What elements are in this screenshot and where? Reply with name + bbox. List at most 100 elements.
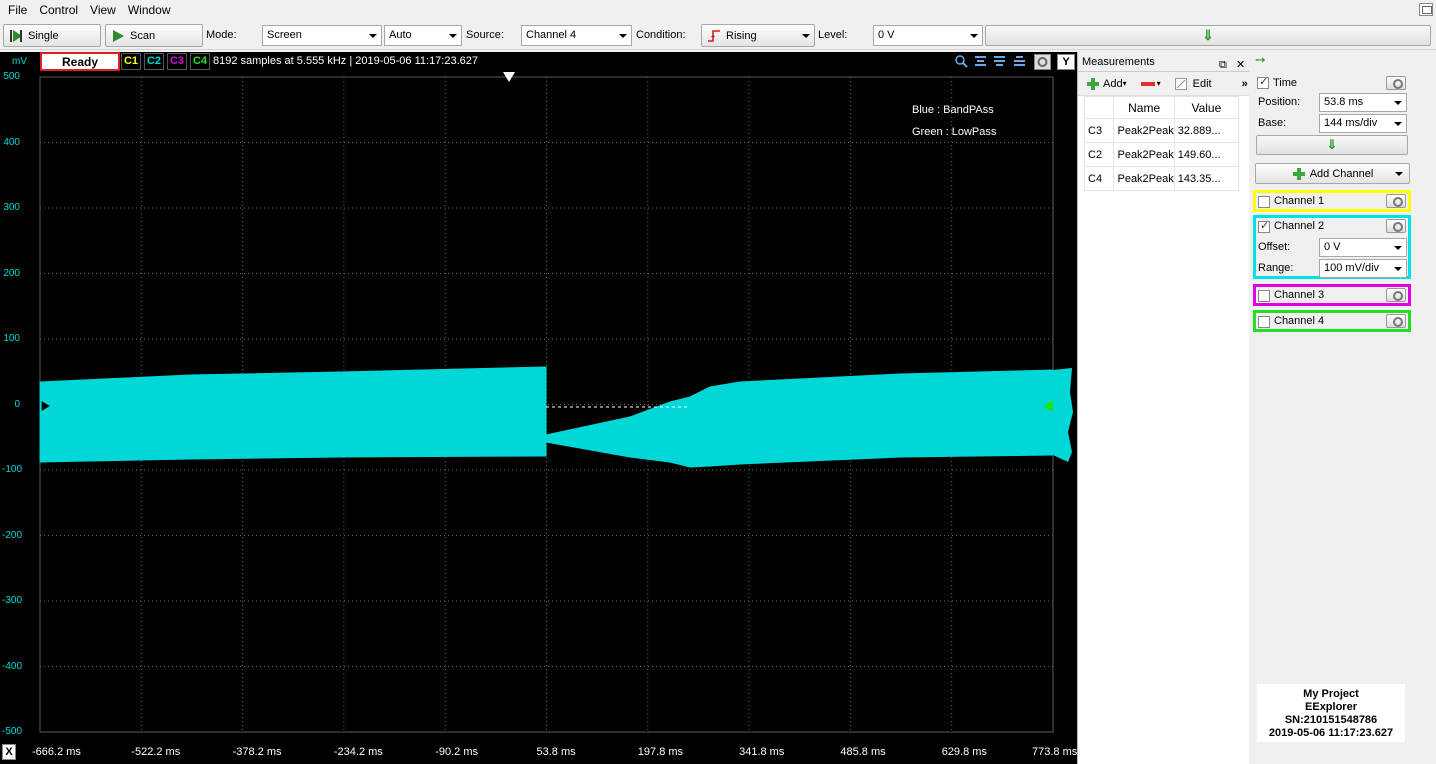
position-select[interactable]: 53.8 ms: [1319, 93, 1407, 112]
menu-file[interactable]: File: [4, 0, 35, 21]
device-name: EExplorer: [1305, 701, 1357, 713]
channel-3-settings-icon[interactable]: [1386, 288, 1406, 302]
menu-control[interactable]: Control: [35, 0, 86, 21]
time-settings-icon[interactable]: [1386, 76, 1406, 90]
range-value: 100 mV/div: [1324, 262, 1380, 274]
apply-time-button[interactable]: ⇓: [1256, 135, 1408, 155]
x-tick-label: -666.2 ms: [32, 746, 81, 758]
channel-1-checkbox[interactable]: [1258, 196, 1270, 208]
project-info: My Project EExplorer SN:210151548786 201…: [1257, 684, 1405, 742]
x-tick-label: -522.2 ms: [131, 746, 181, 758]
y-tick-label: 300: [3, 202, 20, 213]
range-select[interactable]: 100 mV/div: [1319, 259, 1407, 278]
single-label: Single: [28, 29, 59, 42]
scope-plot[interactable]: mV 500 400 300 200 100 0 -100 -200 -300 -400 -500 …: [0, 52, 1077, 764]
level-input[interactable]: 0 V: [873, 25, 983, 46]
y-tick-label: 100: [3, 333, 20, 344]
level-value: 0 V: [878, 29, 895, 41]
base-select[interactable]: 144 ms/div: [1319, 114, 1407, 133]
legend-annotation-bandpass: Blue : BandPAss: [912, 104, 994, 116]
add-measurement-button[interactable]: Add ▾: [1086, 77, 1127, 91]
scan-button[interactable]: Scan: [105, 24, 203, 47]
collapse-arrow-icon[interactable]: ➙: [1255, 52, 1266, 68]
restore-window-button[interactable]: [1419, 3, 1433, 16]
status-badge: Ready: [40, 52, 120, 71]
menu-view[interactable]: View: [86, 0, 124, 21]
float-icon[interactable]: ⧉: [1219, 55, 1227, 75]
edit-icon: [1174, 77, 1187, 90]
x-tick-label: 773.8 ms: [1032, 746, 1078, 758]
single-button[interactable]: Single: [3, 24, 101, 47]
channel-1-label: Channel 1: [1274, 195, 1325, 207]
x-tick-label: 197.8 ms: [637, 746, 684, 758]
column-header[interactable]: [1083, 96, 1115, 119]
mode-select[interactable]: Screen: [262, 25, 382, 46]
channel-3-checkbox[interactable]: [1258, 290, 1270, 302]
column-header[interactable]: Value: [1173, 96, 1240, 119]
align-bottom-icon[interactable]: [1013, 55, 1026, 68]
align-center-icon[interactable]: [993, 55, 1006, 68]
channel-2-checkbox[interactable]: [1258, 219, 1270, 233]
menu-bar: File Control View Window: [0, 0, 1436, 21]
measurements-title-bar: Measurements ⧉ ✕: [1078, 52, 1249, 72]
chevron-down-icon: [970, 34, 978, 38]
zoom-icon[interactable]: [955, 55, 968, 68]
offset-label: Offset:: [1258, 241, 1291, 253]
source-select[interactable]: Channel 4: [521, 25, 632, 46]
minus-icon: [1140, 81, 1155, 86]
add-channel-label: Add Channel: [1309, 167, 1374, 180]
channel-4-checkbox[interactable]: [1258, 316, 1270, 328]
x-axis-button[interactable]: X: [2, 744, 16, 760]
y-axis-button[interactable]: Y: [1057, 54, 1075, 70]
channel-4-settings-icon[interactable]: [1386, 314, 1406, 328]
y-tick-label: 400: [3, 136, 20, 148]
measurements-panel: Measurements ⧉ ✕ Add ▾ ▾ Edit » Name Value…: [1077, 52, 1249, 764]
channel-2-settings-icon[interactable]: [1386, 219, 1406, 233]
channel-2-label: Channel 2: [1274, 220, 1325, 232]
time-checkbox[interactable]: [1257, 75, 1269, 89]
chevron-down-icon: [1394, 122, 1402, 126]
measurements-toolbar: Add ▾ ▾ Edit »: [1078, 72, 1249, 96]
add-channel-button[interactable]: Add Channel: [1255, 163, 1410, 184]
settings-icon[interactable]: [1034, 54, 1051, 70]
plus-icon: [1292, 167, 1305, 180]
single-icon: [10, 29, 22, 42]
offset-select[interactable]: 0 V: [1319, 238, 1407, 257]
edit-measurement-button[interactable]: Edit: [1174, 77, 1212, 90]
auto-select[interactable]: Auto: [384, 25, 462, 46]
more-icon[interactable]: »: [1242, 78, 1248, 90]
align-top-icon[interactable]: [974, 55, 987, 68]
y-tick-label: -200: [2, 529, 23, 541]
channel-tag-3[interactable]: C3: [167, 53, 187, 70]
channel-1-settings-icon[interactable]: [1386, 194, 1406, 208]
sample-info: 8192 samples at 5.555 kHz | 2019-05-06 1…: [213, 55, 479, 67]
cell-ch: C2: [1083, 142, 1115, 167]
channel-2-waveform: [39, 366, 1054, 468]
x-tick-label: 629.8 ms: [941, 746, 987, 758]
condition-select[interactable]: Rising: [701, 24, 815, 47]
serial-number: SN:210151548786: [1284, 714, 1378, 726]
table-row[interactable]: C4 Peak2Peak 143.35...: [1083, 166, 1240, 191]
chevron-down-icon: [619, 34, 627, 38]
legend-annotation-lowpass: Green : LowPass: [912, 126, 997, 138]
mode-label: Mode:: [206, 29, 237, 41]
condition-label: Condition:: [636, 29, 686, 41]
table-row[interactable]: C3 Peak2Peak 32.889...: [1083, 118, 1240, 143]
close-icon[interactable]: ✕: [1236, 55, 1245, 75]
table-row[interactable]: C2 Peak2Peak 149.60...: [1083, 142, 1240, 167]
channel-tag-2[interactable]: C2: [144, 53, 164, 70]
cell-value: 143.35...: [1173, 166, 1240, 191]
channel-tag-1[interactable]: C1: [121, 53, 141, 70]
channel-4-label: Channel 4: [1274, 315, 1325, 327]
remove-measurement-button[interactable]: ▾: [1140, 79, 1161, 88]
cell-value: 149.60...: [1173, 142, 1240, 167]
y-tick-label: -100: [2, 464, 23, 475]
menu-window[interactable]: Window: [124, 0, 179, 21]
channel-3-label: Channel 3: [1274, 289, 1325, 301]
chevron-down-icon: [1394, 267, 1402, 271]
channel-4-box: Channel 4: [1253, 310, 1411, 332]
y-tick-label: -500: [2, 726, 23, 737]
column-header[interactable]: Name: [1113, 96, 1175, 119]
channel-tag-4[interactable]: C4: [190, 53, 210, 70]
level-apply-button[interactable]: ⇓: [985, 25, 1431, 46]
